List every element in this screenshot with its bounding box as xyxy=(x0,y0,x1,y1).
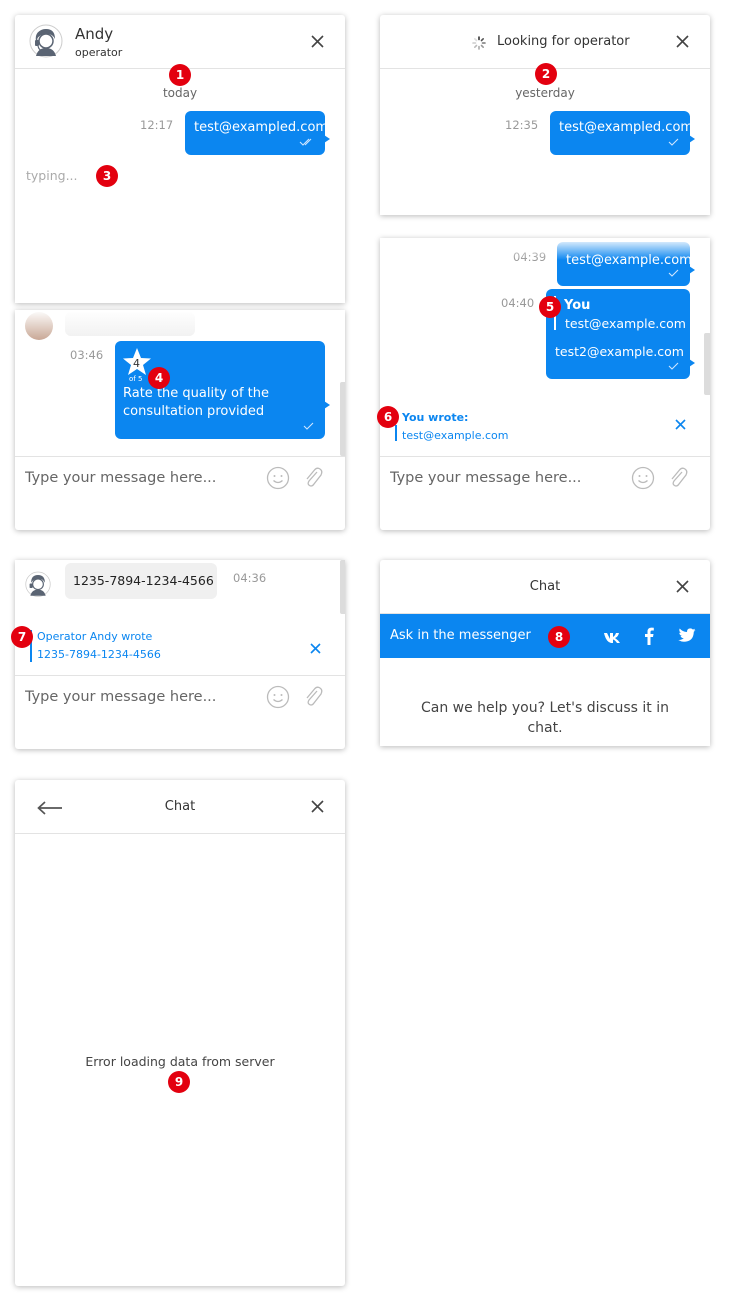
chat-panel-error: Chat Error loading data from server xyxy=(15,780,345,1286)
bubble-tail xyxy=(689,266,695,274)
quoted-message-bubble: You test@example.com test2@example.com xyxy=(546,289,695,379)
chat-panel-messenger: Chat Ask in the messenger Can we help yo… xyxy=(380,560,710,746)
rating-value: 4 xyxy=(133,357,140,370)
check-icon xyxy=(303,419,315,434)
cancel-reply-icon[interactable] xyxy=(675,416,686,434)
chat-header: Chat xyxy=(380,560,710,614)
emoji-icon[interactable] xyxy=(266,685,290,713)
message-input[interactable] xyxy=(25,466,255,490)
paperclip-icon[interactable] xyxy=(667,466,689,494)
date-divider: today xyxy=(162,86,198,100)
chat-panel-operator-quote: 1235-7894-1234-4566 04:36 Operator Andy … xyxy=(15,560,345,749)
message-text: test@exampled.com xyxy=(194,120,329,135)
rating-text: Rate the quality of the consultation pro… xyxy=(123,386,270,419)
annotation-badge: 2 xyxy=(535,63,557,85)
scrollbar[interactable] xyxy=(340,560,345,614)
cancel-reply-icon[interactable] xyxy=(310,640,321,658)
rating-bubble: 4 of 5 Rate the quality of the consultat… xyxy=(115,341,330,439)
reply-quote-bar xyxy=(395,425,397,441)
chat-panel-rating: 03:46 4 of 5 Rate the quality of the con… xyxy=(15,310,345,530)
reply-title: You wrote: xyxy=(402,411,469,424)
chat-header: Andy operator xyxy=(15,15,345,69)
operator-role: operator xyxy=(75,46,123,59)
message-input-row xyxy=(15,675,345,721)
operator-avatar-icon xyxy=(29,24,63,64)
chat-panel-searching: Looking for operator yesterday 12:35 tes… xyxy=(380,15,710,215)
message-input-row xyxy=(15,456,345,502)
message-time: 03:46 xyxy=(70,348,104,362)
quote-text: test@example.com xyxy=(565,316,686,331)
vk-icon[interactable] xyxy=(603,629,621,648)
message-time: 12:17 xyxy=(140,118,174,132)
chat-header: Looking for operator xyxy=(380,15,710,69)
date-divider: yesterday xyxy=(515,86,575,100)
annotation-badge: 1 xyxy=(169,64,191,86)
messenger-bar-label: Ask in the messenger xyxy=(390,628,531,643)
message-time: 04:36 xyxy=(233,571,267,585)
header-title: Looking for operator xyxy=(497,34,630,49)
chat-panel-operator: Andy operator today 12:17 test@exampled.… xyxy=(15,15,345,303)
messenger-bar: Ask in the messenger xyxy=(380,614,710,658)
annotation-badge: 3 xyxy=(96,165,118,187)
operator-avatar-icon xyxy=(25,571,51,603)
message-text: test@exampled.com xyxy=(559,120,694,135)
paperclip-icon[interactable] xyxy=(302,685,324,713)
message-text: 1235-7894-1234-4566 xyxy=(73,573,214,588)
message-time: 12:35 xyxy=(505,118,539,132)
bubble-tail xyxy=(324,135,330,143)
reply-text: 1235-7894-1234-4566 xyxy=(37,648,161,661)
quote-author: You xyxy=(564,298,591,313)
double-check-icon xyxy=(299,135,315,150)
chat-panel-quote: 04:39 test@example.com 04:40 You test@ex… xyxy=(380,238,710,530)
close-icon[interactable] xyxy=(676,580,692,596)
operator-message-bubble: 1235-7894-1234-4566 xyxy=(65,563,217,599)
typing-indicator: typing... xyxy=(26,168,78,183)
close-icon[interactable] xyxy=(311,35,327,51)
annotation-badge: 4 xyxy=(148,367,170,389)
message-bubble: test@exampled.com xyxy=(550,111,695,155)
bubble-tail xyxy=(689,359,695,367)
check-icon xyxy=(668,266,680,281)
message-bubble: test@exampled.com xyxy=(185,111,330,155)
chat-header: Chat xyxy=(15,780,345,834)
emoji-icon[interactable] xyxy=(266,466,290,494)
annotation-badge: 5 xyxy=(539,296,561,318)
message-text: test2@example.com xyxy=(555,344,684,359)
header-title: Chat xyxy=(164,799,196,814)
message-input[interactable] xyxy=(390,466,620,490)
scrollbar[interactable] xyxy=(340,382,345,456)
bubble-tail xyxy=(324,401,330,409)
bubble-tail xyxy=(689,135,695,143)
annotation-badge: 9 xyxy=(168,1071,190,1093)
check-icon xyxy=(668,359,680,374)
annotation-badge: 7 xyxy=(11,626,33,648)
rating-of: of 5 xyxy=(129,375,143,383)
emoji-icon[interactable] xyxy=(631,466,655,494)
message-input-row xyxy=(380,456,710,502)
operator-name: Andy xyxy=(75,25,114,43)
close-icon[interactable] xyxy=(311,800,327,816)
header-title: Chat xyxy=(529,579,561,594)
reply-text: test@example.com xyxy=(402,429,509,442)
twitter-icon[interactable] xyxy=(678,628,696,647)
message-input[interactable] xyxy=(25,685,255,709)
close-icon[interactable] xyxy=(676,35,692,51)
annotation-badge: 6 xyxy=(377,406,399,428)
reply-title: Operator Andy wrote xyxy=(37,630,153,643)
check-icon xyxy=(668,135,680,150)
message-time: 04:40 xyxy=(501,296,535,310)
annotation-badge: 8 xyxy=(548,626,570,648)
facebook-icon[interactable] xyxy=(644,627,654,649)
loading-spinner-icon xyxy=(472,35,486,54)
scrollbar[interactable] xyxy=(704,333,710,395)
paperclip-icon[interactable] xyxy=(302,466,324,494)
error-message: Error loading data from server xyxy=(85,1054,275,1069)
